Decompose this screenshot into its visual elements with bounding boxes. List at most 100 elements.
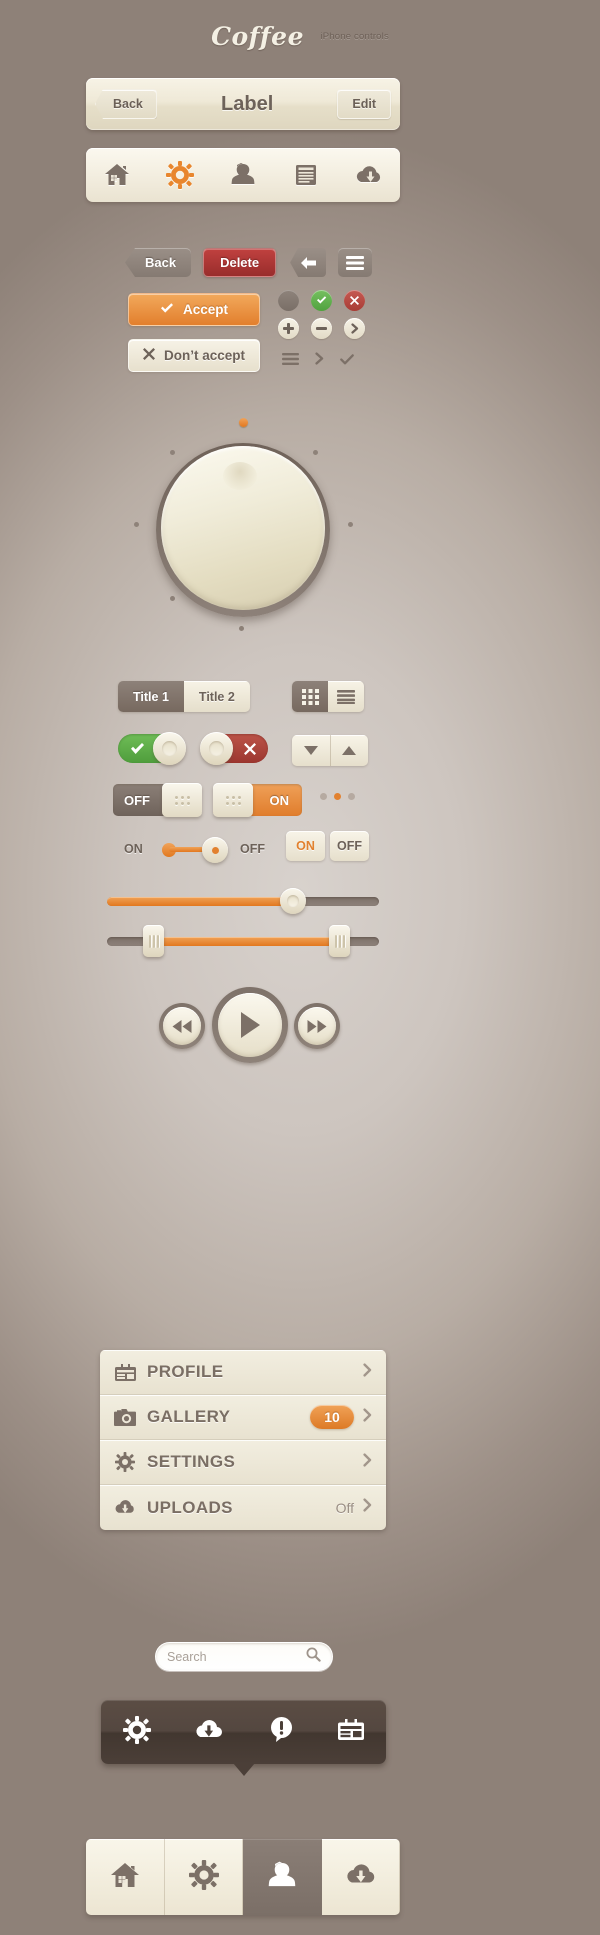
camera-icon xyxy=(114,1408,136,1426)
switch-handle[interactable] xyxy=(213,783,253,817)
range-slider[interactable] xyxy=(107,925,379,957)
gear-icon[interactable] xyxy=(122,1715,151,1749)
arrow-left-icon[interactable] xyxy=(290,248,327,277)
minus-circle-icon[interactable] xyxy=(311,318,332,339)
chevron-right-icon[interactable] xyxy=(315,352,324,370)
play-button[interactable] xyxy=(212,987,288,1063)
segmented-control-titles[interactable]: Title 1 Title 2 xyxy=(118,681,250,712)
stepper-arrows[interactable] xyxy=(292,735,368,766)
check-circle-icon[interactable] xyxy=(311,290,332,311)
nav-back-button[interactable]: Back xyxy=(95,89,157,119)
page-dot[interactable] xyxy=(320,793,327,800)
switch-off[interactable]: OFF xyxy=(113,783,202,817)
profile-card-icon xyxy=(114,1363,136,1381)
accept-button[interactable]: Accept xyxy=(128,293,260,326)
cloud-download-icon xyxy=(114,1499,136,1516)
delete-button[interactable]: Delete xyxy=(203,248,277,277)
switch-on-label: ON xyxy=(269,792,290,808)
slider-handle[interactable] xyxy=(202,837,228,863)
cross-icon xyxy=(142,348,155,363)
switch-off-label: OFF xyxy=(124,792,150,808)
check-icon[interactable] xyxy=(340,352,354,370)
chevron-right-icon xyxy=(363,1498,372,1517)
chevron-right-icon xyxy=(363,1452,372,1472)
knob-tick xyxy=(239,626,244,631)
toggle-switch-on[interactable] xyxy=(118,732,186,765)
hamburger-icon[interactable] xyxy=(338,248,373,277)
hamburger-icon[interactable] xyxy=(282,352,299,370)
list-item[interactable]: UPLOADS Off xyxy=(100,1485,386,1530)
rewind-button[interactable] xyxy=(159,1003,205,1049)
pill-off-button[interactable]: OFF xyxy=(330,831,369,861)
toggle-handle[interactable] xyxy=(200,732,233,765)
button-row-primary: Back Delete xyxy=(125,248,373,277)
triangle-up-icon[interactable] xyxy=(330,735,368,766)
stepper-icon-row xyxy=(278,318,365,339)
search-icon[interactable] xyxy=(306,1647,321,1667)
dont-accept-button[interactable]: Don’t accept xyxy=(128,339,260,372)
page-title: Label xyxy=(221,92,274,115)
list-view-icon[interactable] xyxy=(328,681,364,712)
triangle-down-icon[interactable] xyxy=(292,735,330,766)
tab-home[interactable] xyxy=(86,1839,165,1915)
range-handle-low[interactable] xyxy=(143,925,164,957)
knob-face[interactable] xyxy=(161,446,325,610)
cross-circle-icon[interactable] xyxy=(344,290,365,311)
tab-uploads[interactable] xyxy=(321,1839,400,1915)
knob-tick xyxy=(313,450,318,455)
page-dot[interactable] xyxy=(348,793,355,800)
cloud-download-icon[interactable] xyxy=(354,160,384,190)
grip-dots-icon xyxy=(225,795,241,805)
range-handle-high[interactable] xyxy=(329,925,350,957)
toggle-switch-off[interactable] xyxy=(200,732,268,765)
list-item-label: SETTINGS xyxy=(147,1452,236,1471)
navigation-bar: Back Label Edit xyxy=(86,78,400,130)
switch-on[interactable]: ON xyxy=(213,783,302,817)
top-tab-bar xyxy=(86,148,400,202)
slider-fill xyxy=(154,937,339,946)
rotary-knob-control[interactable] xyxy=(0,400,600,650)
gear-icon[interactable] xyxy=(165,160,195,190)
list-item[interactable]: SETTINGS xyxy=(100,1440,386,1485)
toggle-handle[interactable] xyxy=(153,732,186,765)
slider-handle[interactable] xyxy=(280,888,306,914)
search-field[interactable]: Search xyxy=(155,1642,333,1671)
plus-circle-icon[interactable] xyxy=(278,318,299,339)
popover-tail xyxy=(232,1763,255,1776)
cloud-download-icon[interactable] xyxy=(194,1718,224,1746)
gear-icon xyxy=(188,1859,219,1895)
volume-slider[interactable] xyxy=(107,888,379,914)
knob-indicator xyxy=(239,418,248,427)
pill-on-button[interactable]: ON xyxy=(286,831,325,861)
user-icon xyxy=(268,1860,296,1895)
nav-edit-button[interactable]: Edit xyxy=(337,89,391,119)
tab-profile[interactable] xyxy=(243,1839,322,1915)
chevron-right-circle-icon[interactable] xyxy=(344,318,365,339)
list-item[interactable]: PROFILE xyxy=(100,1350,386,1395)
brand-subtitle: iPhone controls xyxy=(320,31,389,42)
back-button[interactable]: Back xyxy=(125,248,192,277)
tab-settings[interactable] xyxy=(164,1839,243,1915)
page-header: Coffee iPhone controls xyxy=(0,0,600,52)
dark-popover-toolbar xyxy=(101,1700,386,1776)
list-item[interactable]: GALLERY 10 xyxy=(100,1395,386,1440)
grid-view-icon[interactable] xyxy=(292,681,328,712)
alert-bubble-icon[interactable] xyxy=(268,1716,295,1748)
search-placeholder: Search xyxy=(167,1649,207,1664)
home-icon[interactable] xyxy=(102,160,132,190)
segmented-control-view[interactable] xyxy=(292,681,364,712)
segment-title-1[interactable]: Title 1 xyxy=(118,681,184,712)
user-icon[interactable] xyxy=(228,160,258,190)
knob-bezel xyxy=(156,443,330,617)
blank-circle-icon[interactable] xyxy=(278,290,299,311)
page-dot-active[interactable] xyxy=(334,793,341,800)
switch-handle[interactable] xyxy=(162,783,202,817)
settings-list: PROFILE GALLERY 10 SETTINGS UPLOADS Off xyxy=(100,1350,386,1530)
fast-forward-button[interactable] xyxy=(294,1003,340,1049)
calendar-icon[interactable] xyxy=(338,1719,365,1745)
gear-icon xyxy=(114,1452,136,1472)
home-icon xyxy=(110,1861,140,1894)
page-dots[interactable] xyxy=(320,793,355,800)
list-icon[interactable] xyxy=(291,160,321,190)
segment-title-2[interactable]: Title 2 xyxy=(183,681,250,712)
